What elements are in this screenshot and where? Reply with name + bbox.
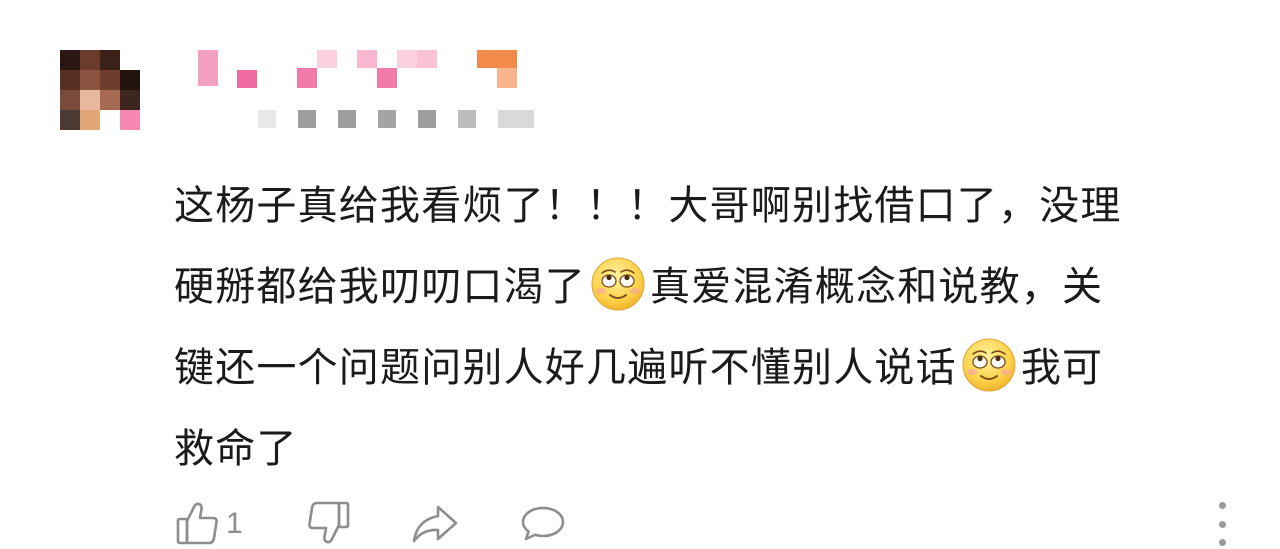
relieved-emoji-icon	[962, 338, 1016, 392]
more-options-button[interactable]	[1214, 502, 1230, 546]
more-icon	[1218, 520, 1226, 528]
username-blurred[interactable]	[195, 48, 525, 90]
reply-button[interactable]	[518, 498, 568, 548]
comment-text: 这杨子真给我看烦了！！！大哥啊别找借口了，没理 硬掰都给我叨叨口渴了 真爱混淆概念…	[174, 166, 1234, 490]
like-button[interactable]: 1	[174, 498, 243, 548]
comment-icon	[521, 506, 565, 541]
comment-text-part: 硬掰都给我叨叨口渴了	[174, 264, 586, 310]
relieved-emoji-icon	[591, 257, 645, 311]
comment-text-part: 我可	[1020, 345, 1104, 391]
comment-meta-blurred	[240, 108, 540, 130]
comment-text-part: 真爱混淆概念和说教，关	[650, 264, 1104, 310]
dislike-button[interactable]	[304, 498, 352, 548]
like-count: 1	[226, 507, 243, 540]
comment-text-part: 键还一个问题问别人好几遍听不懂别人说话	[174, 345, 957, 391]
share-button[interactable]	[410, 498, 460, 548]
thumbs-down-icon	[308, 501, 350, 544]
thumbs-up-icon	[176, 502, 218, 545]
share-icon	[412, 505, 458, 543]
comment-text-part: 这杨子真给我看烦了！！！大哥啊别找借口了，没理	[174, 183, 1122, 229]
avatar[interactable]	[60, 50, 140, 130]
comment-action-bar: 1	[174, 498, 1254, 548]
more-icon	[1218, 539, 1226, 546]
comment-text-part: 救命了	[174, 426, 298, 472]
more-icon	[1218, 502, 1226, 509]
